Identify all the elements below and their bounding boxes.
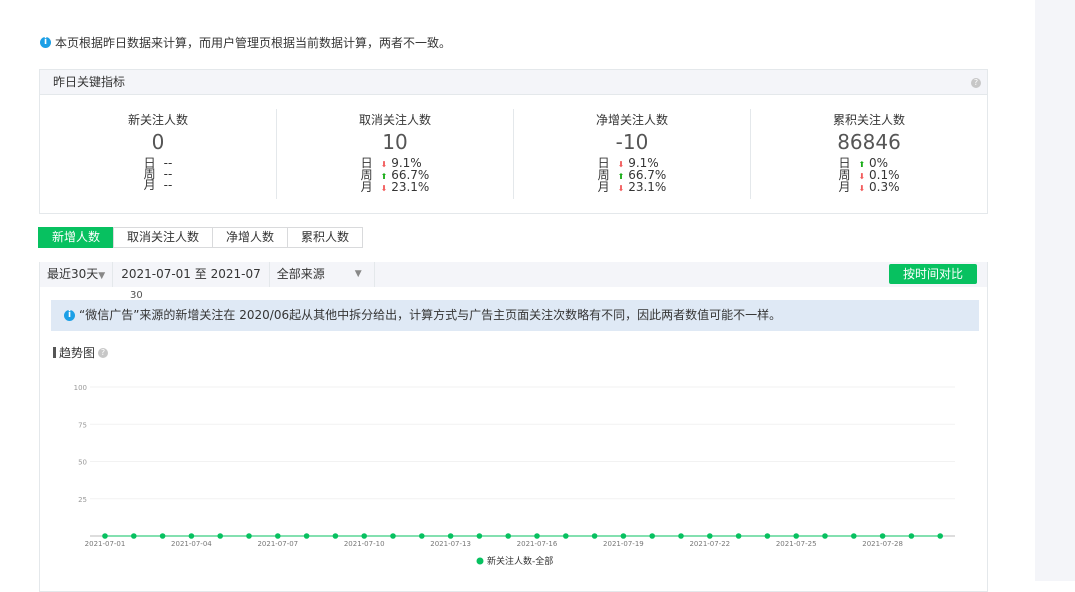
metric-card: 新关注人数 0 日 -- 周 -- 月 -- — [40, 109, 276, 199]
data-point[interactable] — [361, 533, 368, 539]
change-row: 月 ⬇ 0.3% — [838, 180, 900, 194]
x-tick-label: 2021-07-04 — [171, 540, 212, 548]
x-tick-label: 2021-07-07 — [257, 540, 298, 548]
trend-chart: 25 50 75 100 2021-07-01 2021-07-04 2021-07-07 2… — [74, 384, 955, 567]
change-value: 23.1% — [391, 180, 430, 194]
data-point[interactable] — [735, 533, 742, 539]
data-point[interactable] — [246, 533, 252, 539]
trend-panel: 最近30天▼ 2021-07-01 至 2021-07 全部来源 ▼ 按时间对比 … — [39, 262, 988, 592]
data-point[interactable] — [275, 533, 281, 539]
data-point[interactable] — [707, 533, 713, 539]
data-point[interactable] — [476, 533, 483, 539]
data-point[interactable] — [419, 533, 425, 539]
metric-title: 累积关注人数 — [832, 113, 905, 127]
change-row: 月 ⬇ 23.1% — [360, 180, 430, 194]
data-point[interactable] — [447, 533, 454, 539]
metric-tabs: 新增人数 取消关注人数 净增人数 累积人数 — [38, 227, 364, 248]
data-point[interactable] — [390, 533, 396, 539]
help-icon[interactable]: ? — [971, 78, 981, 88]
data-point[interactable] — [822, 533, 828, 539]
change-value: -- — [163, 178, 173, 192]
data-point[interactable] — [879, 533, 886, 539]
notice-text: 本页根据昨日数据来计算，而用户管理页根据当前数据计算，两者不一致。 — [55, 36, 452, 50]
metric-value: 10 — [382, 130, 408, 154]
metric-card: 净增关注人数 -10 日 ⬇ 9.1% 周 ⬆ 66.7% 月 ⬇ 23.1% — [513, 109, 750, 199]
metric-card: 取消关注人数 10 日 ⬇ 9.1% 周 ⬆ 66.7% 月 ⬇ 23.1% — [276, 109, 513, 199]
tab-2[interactable]: 净增人数 — [212, 227, 289, 248]
x-tick-label: 2021-07-28 — [862, 540, 903, 548]
arrow-down-icon: ⬇ — [858, 184, 866, 193]
data-point[interactable] — [131, 533, 137, 539]
data-point[interactable] — [591, 533, 598, 539]
tab-0[interactable]: 新增人数 — [38, 227, 115, 248]
x-tick-label: 2021-07-13 — [430, 540, 471, 548]
data-point[interactable] — [159, 533, 166, 539]
data-point[interactable] — [505, 533, 512, 539]
info-icon: i — [40, 37, 51, 48]
right-sidebar — [1035, 0, 1075, 581]
data-point[interactable] — [217, 533, 223, 539]
data-point[interactable] — [563, 533, 569, 539]
data-point[interactable] — [303, 533, 310, 539]
period-label: 月 — [143, 178, 156, 192]
period-label: 月 — [597, 180, 610, 194]
change-value: 23.1% — [628, 180, 667, 194]
data-point[interactable] — [764, 533, 771, 539]
legend-label[interactable]: 新关注人数-全部 — [487, 555, 553, 567]
metric-value: 0 — [151, 130, 165, 154]
period-label: 月 — [838, 180, 851, 194]
arrow-down-icon: ⬇ — [380, 184, 388, 193]
period-label: 月 — [360, 180, 373, 194]
change-value: 0.3% — [869, 180, 900, 194]
y-tick-label: 50 — [78, 459, 87, 467]
metric-card: 累积关注人数 86846 日 ⬆ 0% 周 ⬇ 0.1% 月 ⬇ 0.3% — [750, 109, 987, 199]
metric-value: -10 — [615, 130, 649, 154]
legend-swatch — [476, 557, 484, 565]
y-tick-label: 100 — [74, 384, 87, 392]
data-point[interactable] — [793, 533, 799, 539]
tab-3[interactable]: 累积人数 — [287, 227, 364, 248]
metric-title: 新关注人数 — [127, 113, 188, 127]
y-tick-label: 75 — [78, 421, 87, 429]
key-metrics-panel: 昨日关键指标? 新关注人数 0 日 -- 周 -- 月 -- 取消关注人数 10 日 ⬇ 9.1% 周 ⬆… — [39, 69, 988, 214]
data-point[interactable] — [851, 533, 857, 539]
arrow-down-icon: ⬇ — [617, 184, 625, 193]
data-point[interactable] — [188, 533, 195, 539]
notice: i 本页根据昨日数据来计算，而用户管理页根据当前数据计算，两者不一致。 — [40, 34, 451, 51]
tab-1[interactable]: 取消关注人数 — [113, 227, 214, 248]
x-tick-label: 2021-07-22 — [689, 540, 730, 548]
change-row: 月 -- — [143, 178, 173, 192]
x-tick-label: 2021-07-01 — [85, 540, 126, 548]
metric-value: 86846 — [837, 130, 901, 154]
x-tick-label: 2021-07-19 — [603, 540, 644, 548]
x-tick-label: 2021-07-10 — [344, 540, 385, 548]
x-tick-label: 2021-07-16 — [517, 540, 558, 548]
x-tick-label: 2021-07-25 — [776, 540, 817, 548]
metric-title: 取消关注人数 — [358, 113, 431, 127]
data-point[interactable] — [620, 533, 627, 539]
key-metrics-title: 昨日关键指标 — [53, 75, 126, 89]
data-point[interactable] — [649, 533, 655, 539]
data-point[interactable] — [102, 533, 108, 539]
data-point[interactable] — [937, 533, 943, 539]
data-point[interactable] — [908, 533, 915, 539]
metric-title: 净增关注人数 — [595, 113, 668, 127]
data-point[interactable] — [332, 533, 339, 539]
data-point[interactable] — [678, 533, 684, 539]
change-row: 月 ⬇ 23.1% — [597, 180, 667, 194]
y-tick-label: 25 — [78, 496, 87, 504]
data-point[interactable] — [534, 533, 540, 539]
